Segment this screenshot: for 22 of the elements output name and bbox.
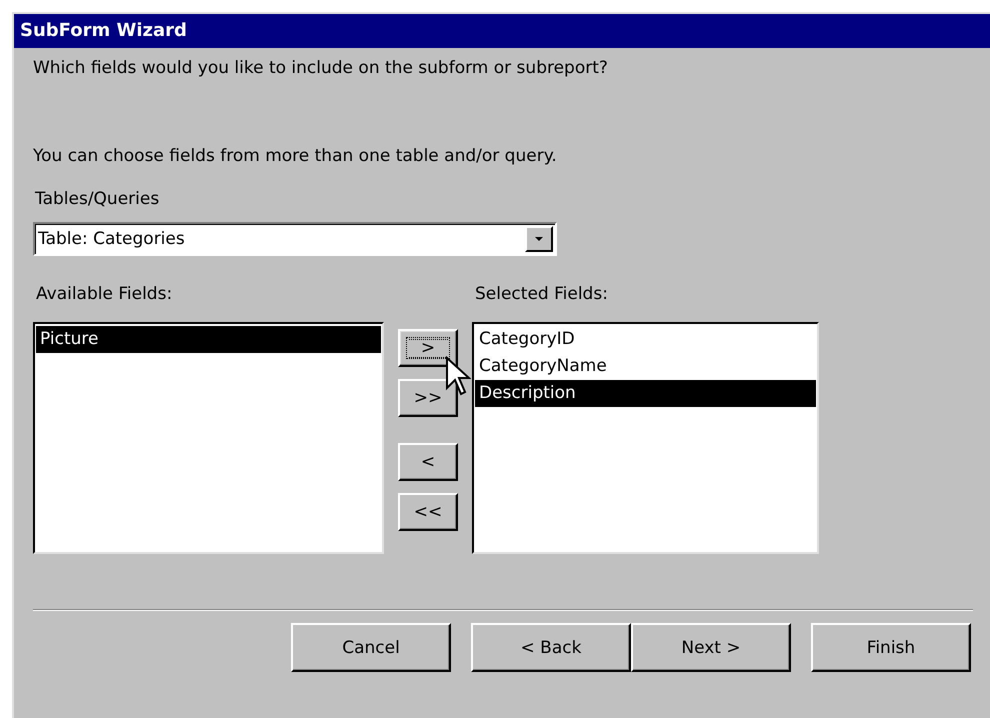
wizard-button[interactable]: Finish <box>811 623 971 672</box>
selected-fields-list[interactable]: CategoryID CategoryName Description <box>472 322 819 554</box>
window-title: SubForm Wizard <box>14 14 990 48</box>
hint-text: You can choose fields from more than one table and/or query. <box>33 146 558 166</box>
available-fields-label: Available Fields: <box>36 284 174 304</box>
wizard-button[interactable]: Next > <box>631 623 791 672</box>
field-list-item[interactable]: Picture <box>36 326 381 353</box>
field-list-item[interactable]: CategoryName <box>475 353 816 380</box>
move-field-button[interactable]: < <box>398 443 458 481</box>
tables-queries-dropdown[interactable]: Table: Categories <box>33 222 557 256</box>
field-list-item[interactable]: Description <box>475 380 816 407</box>
tables-queries-label: Tables/Queries <box>35 189 160 209</box>
question-text: Which fields would you like to include on the subform or subreport? <box>33 58 609 78</box>
field-list-item[interactable]: CategoryID <box>475 326 816 353</box>
move-field-button[interactable]: >> <box>398 379 458 417</box>
selected-fields-label: Selected Fields: <box>475 284 609 304</box>
wizard-button[interactable]: Cancel <box>291 623 451 672</box>
wizard-button[interactable]: < Back <box>471 623 631 672</box>
available-fields-list[interactable]: Picture <box>33 322 384 554</box>
move-field-button[interactable]: << <box>398 493 458 531</box>
mouse-pointer-icon <box>445 356 471 396</box>
move-field-button[interactable]: > <box>398 329 458 367</box>
